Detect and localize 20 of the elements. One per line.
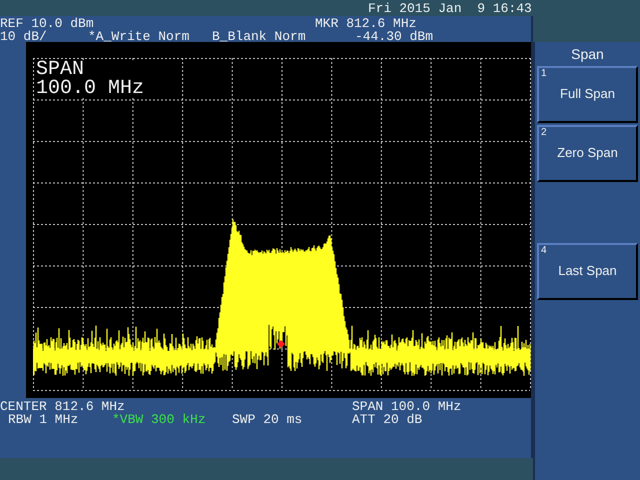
trace-a-label: *A_Write Norm xyxy=(88,30,190,43)
center-frequency: CENTER 812.6 MHz xyxy=(0,400,125,413)
scale-label: 10 dB/ xyxy=(0,30,48,43)
marker-frequency: MKR 812.6 MHz xyxy=(315,17,416,30)
span-annotation: SPAN xyxy=(36,60,84,79)
menu-title: Span xyxy=(570,45,605,64)
softkey[interactable]: 2 Zero Span xyxy=(537,125,638,182)
date-time: Fri 2015 Jan 9 16:43 xyxy=(368,2,532,14)
reference-level: REF 10.0 dBm xyxy=(0,17,94,30)
sweep-setting: ATT 20 dB xyxy=(352,413,424,426)
softkey[interactable]: 4 Last Span xyxy=(537,243,638,300)
span-value: SPAN 100.0 MHz xyxy=(352,400,462,413)
sweep-setting: RBW 1 MHz xyxy=(8,413,80,426)
sweep-setting: *VBW 300 kHz xyxy=(112,413,207,426)
softkey[interactable]: 1 Full Span xyxy=(537,66,638,123)
sweep-setting: SWP 20 ms xyxy=(232,413,304,426)
marker-amplitude: -44.30 dBm xyxy=(355,30,434,43)
marker-icon xyxy=(277,340,285,348)
trace-b-label: B_Blank Norm xyxy=(212,30,307,43)
span-annotation: 100.0 MHz xyxy=(36,79,144,98)
